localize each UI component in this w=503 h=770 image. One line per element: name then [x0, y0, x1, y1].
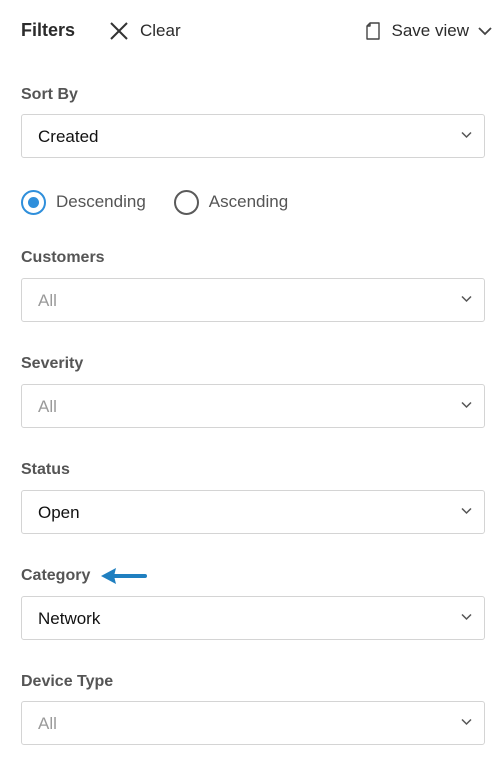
clear-label: Clear [140, 21, 181, 40]
caret-down-icon [461, 401, 472, 409]
customers-label: Customers [21, 249, 105, 266]
arrow-left-icon [101, 568, 147, 584]
caret-down-icon [461, 131, 472, 139]
severity-label: Severity [21, 355, 84, 372]
caret-down-icon [461, 613, 472, 621]
category-select[interactable]: Network [21, 596, 485, 640]
clear-button[interactable]: Clear [108, 18, 181, 44]
customers-value: All [38, 291, 57, 310]
status-label: Status [21, 461, 70, 478]
descending-label: Descending [56, 192, 146, 211]
sort-by-value: Created [38, 127, 99, 146]
category-value: Network [38, 609, 101, 628]
severity-select[interactable]: All [21, 384, 485, 428]
sort-order-radio-group: Descending Ascending [21, 188, 316, 216]
caret-down-icon [461, 507, 472, 515]
document-icon [365, 22, 380, 40]
caret-down-icon [461, 295, 472, 303]
save-view-button[interactable]: Save view [365, 18, 493, 44]
descending-radio[interactable] [21, 189, 46, 215]
ascending-radio[interactable] [173, 189, 199, 215]
status-select[interactable]: Open [21, 490, 485, 534]
sort-by-select[interactable]: Created [21, 114, 485, 158]
caret-down-icon [461, 718, 472, 726]
filters-title: Filters [21, 20, 76, 40]
device-type-value: All [38, 714, 57, 733]
close-icon [110, 22, 128, 40]
device-type-select[interactable]: All [21, 701, 485, 745]
category-label: Category [21, 567, 91, 584]
device-type-label: Device Type [21, 673, 114, 690]
sort-descending-option[interactable]: Descending [21, 189, 146, 215]
filters-header: Filters Clear Save view [21, 14, 493, 48]
chevron-down-icon [478, 27, 492, 36]
save-view-label: Save view [391, 21, 469, 40]
ascending-label: Ascending [208, 192, 289, 211]
severity-value: All [38, 397, 57, 416]
customers-select[interactable]: All [21, 278, 485, 322]
sort-ascending-option[interactable]: Ascending [173, 189, 289, 215]
sort-by-label: Sort By [21, 86, 78, 103]
status-value: Open [38, 503, 80, 522]
